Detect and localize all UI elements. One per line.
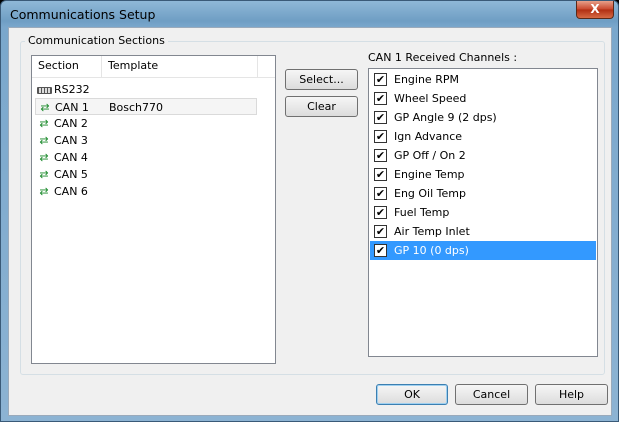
channel-label: GP 10 (0 dps): [394, 244, 469, 257]
section-name: CAN 3: [54, 134, 88, 147]
channel-label: GP Angle 9 (2 dps): [394, 111, 497, 124]
section-row-rs232[interactable]: RS232: [32, 81, 275, 98]
sections-listview[interactable]: Section Template RS232 ⇄ CAN 1 Bosch770 …: [31, 55, 276, 364]
channel-label: Eng Oil Temp: [394, 187, 466, 200]
column-header-template[interactable]: Template: [102, 56, 258, 77]
section-row-can2[interactable]: ⇄ CAN 2: [32, 115, 275, 132]
section-row-can1[interactable]: ⇄ CAN 1 Bosch770: [35, 98, 257, 115]
channel-item[interactable]: ✔ GP Angle 9 (2 dps): [370, 108, 596, 127]
channel-checkbox[interactable]: ✔: [374, 130, 387, 143]
section-row-can6[interactable]: ⇄ CAN 6: [32, 183, 275, 200]
channel-item[interactable]: ✔ Fuel Temp: [370, 203, 596, 222]
group-legend: Communication Sections: [25, 34, 168, 47]
cancel-button[interactable]: Cancel: [455, 384, 528, 405]
channel-label: Engine RPM: [394, 73, 459, 86]
communications-setup-window: Communications Setup X Communication Sec…: [0, 0, 619, 422]
select-button[interactable]: Select...: [285, 69, 358, 90]
section-template: Bosch770: [109, 101, 164, 114]
close-button[interactable]: X: [576, 1, 614, 19]
channel-label: Air Temp Inlet: [394, 225, 470, 238]
section-name: CAN 6: [54, 185, 88, 198]
section-row-can3[interactable]: ⇄ CAN 3: [32, 132, 275, 149]
channel-label: Fuel Temp: [394, 206, 450, 219]
channel-checkbox[interactable]: ✔: [374, 168, 387, 181]
column-header-section[interactable]: Section: [32, 56, 102, 77]
channel-item[interactable]: ✔ GP Off / On 2: [370, 146, 596, 165]
can-arrows-icon: ⇄: [39, 151, 49, 164]
received-channels-label: CAN 1 Received Channels :: [368, 51, 518, 64]
help-button[interactable]: Help: [535, 384, 608, 405]
channel-checkbox[interactable]: ✔: [374, 73, 387, 86]
section-name: CAN 1: [55, 101, 89, 114]
ok-button[interactable]: OK: [376, 384, 448, 405]
section-name: CAN 4: [54, 151, 88, 164]
channel-item[interactable]: ✔ Wheel Speed: [370, 89, 596, 108]
can-arrows-icon: ⇄: [39, 185, 49, 198]
channel-checkbox[interactable]: ✔: [374, 225, 387, 238]
received-channels-list[interactable]: ✔ Engine RPM ✔ Wheel Speed ✔ GP Angle 9 …: [368, 68, 598, 357]
channel-item[interactable]: ✔ Eng Oil Temp: [370, 184, 596, 203]
channel-label: Wheel Speed: [394, 92, 467, 105]
window-title: Communications Setup: [10, 7, 156, 22]
dialog-client-area: Communication Sections Section Template …: [8, 27, 612, 416]
channel-checkbox[interactable]: ✔: [374, 244, 387, 257]
clear-button[interactable]: Clear: [285, 96, 358, 117]
channel-label: GP Off / On 2: [394, 149, 466, 162]
section-row-can5[interactable]: ⇄ CAN 5: [32, 166, 275, 183]
section-name: CAN 2: [54, 117, 88, 130]
section-name: RS232: [54, 83, 90, 96]
channel-item-selected[interactable]: ✔ GP 10 (0 dps): [370, 241, 596, 260]
channel-item[interactable]: ✔ Ign Advance: [370, 127, 596, 146]
channel-checkbox[interactable]: ✔: [374, 187, 387, 200]
channel-item[interactable]: ✔ Air Temp Inlet: [370, 222, 596, 241]
can-arrows-icon: ⇄: [39, 134, 49, 147]
channel-checkbox[interactable]: ✔: [374, 92, 387, 105]
channel-checkbox[interactable]: ✔: [374, 111, 387, 124]
rs232-port-icon: [37, 87, 52, 94]
can-arrows-icon: ⇄: [39, 168, 49, 181]
can-arrows-icon: ⇄: [40, 101, 50, 114]
section-name: CAN 5: [54, 168, 88, 181]
channel-checkbox[interactable]: ✔: [374, 149, 387, 162]
section-row-can4[interactable]: ⇄ CAN 4: [32, 149, 275, 166]
title-bar[interactable]: Communications Setup X: [1, 1, 618, 27]
channel-checkbox[interactable]: ✔: [374, 206, 387, 219]
listview-header: Section Template: [32, 56, 275, 78]
channel-item[interactable]: ✔ Engine RPM: [370, 70, 596, 89]
channel-item[interactable]: ✔ Engine Temp: [370, 165, 596, 184]
channel-label: Engine Temp: [394, 168, 465, 181]
can-arrows-icon: ⇄: [39, 117, 49, 130]
channel-label: Ign Advance: [394, 130, 463, 143]
